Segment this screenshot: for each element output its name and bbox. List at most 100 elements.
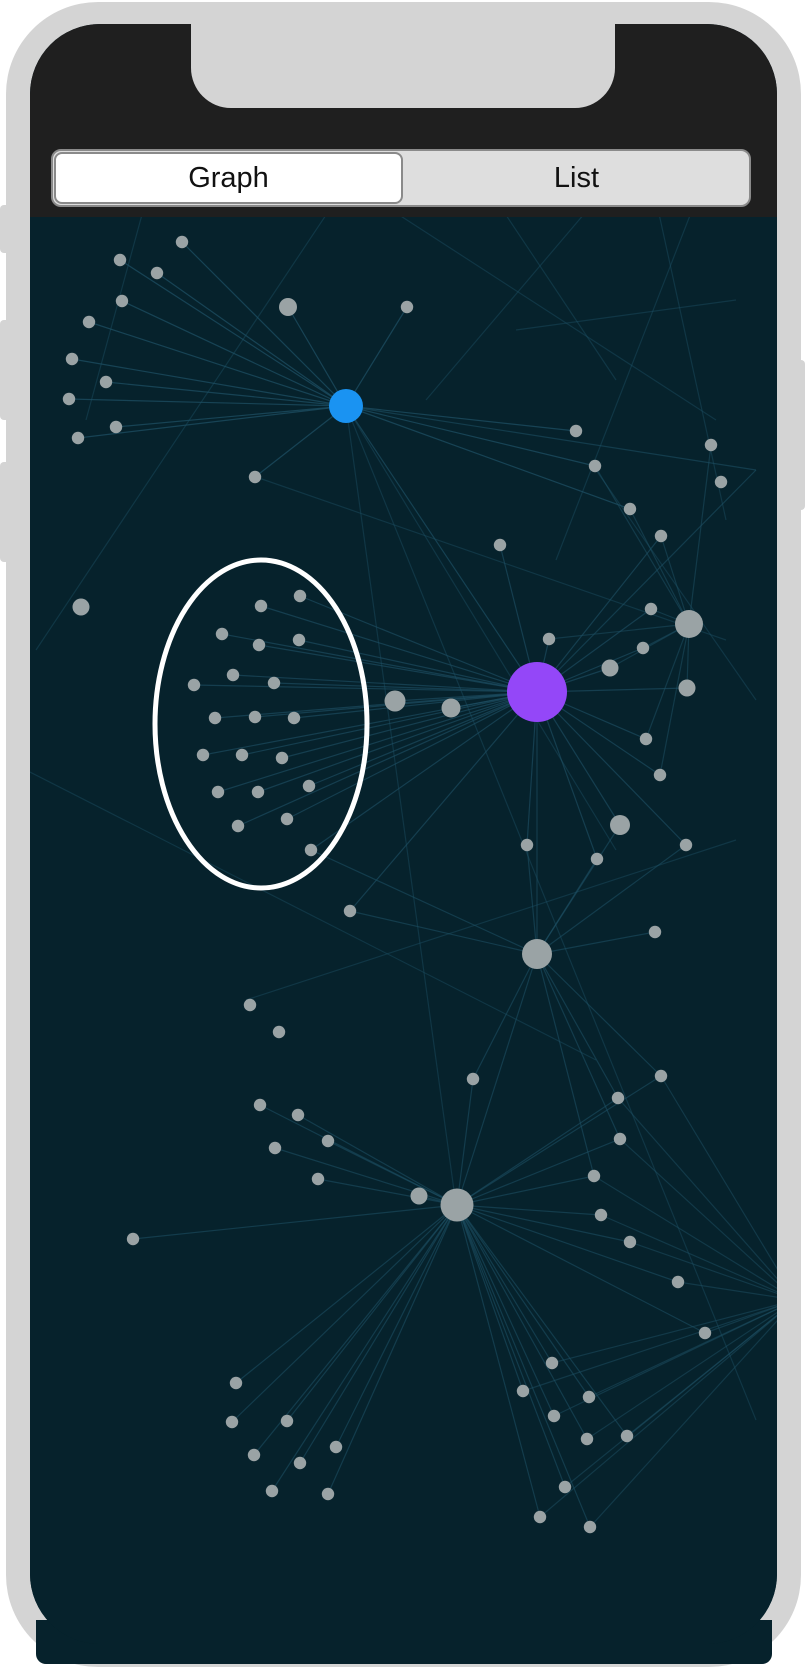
graph-node[interactable] <box>253 1098 267 1112</box>
graph-node[interactable] <box>583 1520 597 1534</box>
graph-node[interactable] <box>248 470 262 484</box>
graph-node[interactable] <box>248 710 262 724</box>
graph-node[interactable] <box>65 352 79 366</box>
graph-node[interactable] <box>698 1326 712 1340</box>
graph-node[interactable] <box>466 1072 480 1086</box>
graph-node[interactable] <box>175 235 189 249</box>
graph-node[interactable] <box>62 392 76 406</box>
graph-node[interactable] <box>231 819 245 833</box>
graph-node[interactable] <box>302 779 316 793</box>
graph-node[interactable] <box>520 838 534 852</box>
graph-node[interactable] <box>678 679 696 697</box>
graph-node[interactable] <box>582 1390 596 1404</box>
graph-node[interactable] <box>558 1480 572 1494</box>
graph-node[interactable] <box>516 1384 530 1398</box>
graph-node[interactable] <box>113 253 127 267</box>
graph-node[interactable] <box>653 768 667 782</box>
graph-node[interactable] <box>208 711 222 725</box>
graph-node[interactable] <box>400 300 414 314</box>
graph-node[interactable] <box>714 475 728 489</box>
graph-node[interactable] <box>292 633 306 647</box>
graph-node[interactable] <box>636 641 650 655</box>
graph-node[interactable] <box>251 785 265 799</box>
graph-node[interactable] <box>648 925 662 939</box>
graph-node[interactable] <box>671 1275 685 1289</box>
graph-node[interactable] <box>150 266 164 280</box>
graph-node[interactable] <box>280 1414 294 1428</box>
graph-node[interactable] <box>243 998 257 1012</box>
graph-node-hub-purple[interactable] <box>507 662 567 722</box>
graph-node[interactable] <box>533 1510 547 1524</box>
graph-node[interactable] <box>654 1069 668 1083</box>
graph-node[interactable] <box>623 502 637 516</box>
graph-node[interactable] <box>267 676 281 690</box>
graph-node[interactable] <box>610 815 630 835</box>
graph-node[interactable] <box>522 939 552 969</box>
graph-node[interactable] <box>275 751 289 765</box>
graph-node[interactable] <box>247 1448 261 1462</box>
graph-node[interactable] <box>440 1188 474 1222</box>
graph-node[interactable] <box>590 852 604 866</box>
graph-node[interactable] <box>329 1440 343 1454</box>
graph-node[interactable] <box>265 1484 279 1498</box>
graph-node[interactable] <box>321 1134 335 1148</box>
graph-node[interactable] <box>620 1429 634 1443</box>
graph-node[interactable] <box>115 294 129 308</box>
graph-node[interactable] <box>580 1432 594 1446</box>
graph-node[interactable] <box>613 1132 627 1146</box>
graph-node[interactable] <box>493 538 507 552</box>
graph-node[interactable] <box>272 1025 286 1039</box>
graph-node[interactable] <box>321 1487 335 1501</box>
graph-node[interactable] <box>211 785 225 799</box>
graph-node[interactable] <box>287 711 301 725</box>
graph-node[interactable] <box>343 904 357 918</box>
graph-node[interactable] <box>280 812 294 826</box>
graph-node[interactable] <box>268 1141 282 1155</box>
graph-node[interactable] <box>311 1172 325 1186</box>
graph-node[interactable] <box>654 529 668 543</box>
graph-node[interactable] <box>229 1376 243 1390</box>
graph-node[interactable] <box>291 1108 305 1122</box>
graph-node[interactable] <box>109 420 123 434</box>
graph-node[interactable] <box>187 678 201 692</box>
graph-node[interactable] <box>675 610 703 638</box>
graph-node[interactable] <box>594 1208 608 1222</box>
graph-node[interactable] <box>225 1415 239 1429</box>
graph-node[interactable] <box>82 315 96 329</box>
graph-node[interactable] <box>704 438 718 452</box>
graph-node[interactable] <box>196 748 210 762</box>
graph-node[interactable] <box>72 598 90 616</box>
graph-node[interactable] <box>679 838 693 852</box>
graph-node[interactable] <box>235 748 249 762</box>
graph-node[interactable] <box>99 375 113 389</box>
graph-node[interactable] <box>611 1091 625 1105</box>
graph-node[interactable] <box>601 659 619 677</box>
graph-node[interactable] <box>293 589 307 603</box>
graph-node[interactable] <box>441 698 461 718</box>
graph-node[interactable] <box>384 690 406 712</box>
graph-node[interactable] <box>542 632 556 646</box>
graph-node[interactable] <box>587 1169 601 1183</box>
graph-node[interactable] <box>226 668 240 682</box>
graph-node[interactable] <box>304 843 318 857</box>
graph-node[interactable] <box>254 599 268 613</box>
graph-node[interactable] <box>279 298 297 316</box>
graph-node[interactable] <box>588 459 602 473</box>
graph-node[interactable] <box>252 638 266 652</box>
graph-node[interactable] <box>639 732 653 746</box>
graph-node[interactable] <box>644 602 658 616</box>
graph-node[interactable] <box>215 627 229 641</box>
graph-node-hub-blue[interactable] <box>329 389 363 423</box>
graph-node[interactable] <box>569 424 583 438</box>
graph-view[interactable] <box>30 217 777 1644</box>
graph-node[interactable] <box>71 431 85 445</box>
tab-list[interactable]: List <box>404 151 749 205</box>
graph-node[interactable] <box>410 1187 428 1205</box>
graph-node[interactable] <box>545 1356 559 1370</box>
graph-node[interactable] <box>126 1232 140 1246</box>
graph-node[interactable] <box>547 1409 561 1423</box>
tab-graph[interactable]: Graph <box>54 152 403 204</box>
network-graph[interactable] <box>30 217 777 1644</box>
graph-node[interactable] <box>623 1235 637 1249</box>
graph-node[interactable] <box>293 1456 307 1470</box>
